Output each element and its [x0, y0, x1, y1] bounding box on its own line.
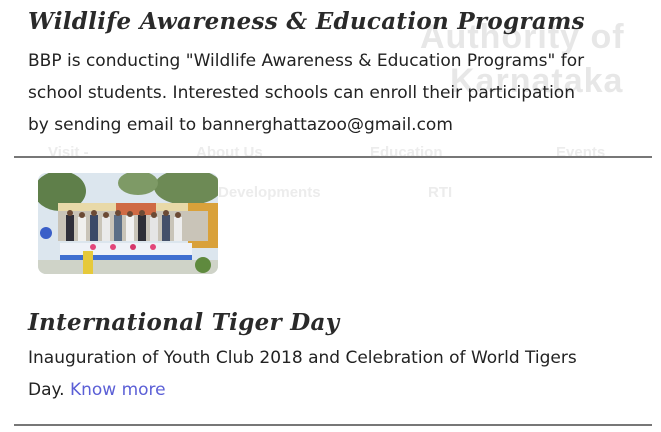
know-more-link[interactable]: Know more: [70, 380, 166, 400]
tiger-day-title: International Tiger Day: [28, 309, 340, 336]
tiger-day-article: International Tiger Day Inauguration of …: [28, 309, 648, 406]
tiger-day-line-1: Inauguration of Youth Club 2018 and Cele…: [28, 348, 577, 368]
divider-top: [14, 156, 652, 158]
tiger-day-line-2: Day.: [28, 380, 65, 400]
event-photo[interactable]: [38, 173, 218, 274]
watermark-nav-about: About Us: [196, 144, 263, 161]
watermark-nav-developments: Developments: [218, 184, 321, 201]
programs-title: Wildlife Awareness & Education Programs: [28, 8, 585, 35]
watermark-nav-education: Education: [370, 144, 443, 161]
watermark-nav-visit: Visit -: [48, 144, 89, 161]
programs-line-1: BBP is conducting "Wildlife Awareness & …: [28, 51, 585, 71]
programs-line-2: school students. Interested schools can …: [28, 83, 575, 103]
tiger-day-description: Inauguration of Youth Club 2018 and Cele…: [28, 342, 648, 406]
watermark-nav-events: Events: [556, 144, 606, 161]
programs-description: BBP is conducting "Wildlife Awareness & …: [28, 45, 648, 141]
programs-article: Wildlife Awareness & Education Programs …: [28, 8, 648, 141]
divider-bottom: [14, 424, 652, 426]
watermark-nav-rti: RTI: [428, 184, 453, 201]
event-photo-illustration: [38, 173, 218, 274]
programs-line-3: by sending email to bannerghattazoo@gmai…: [28, 115, 453, 135]
